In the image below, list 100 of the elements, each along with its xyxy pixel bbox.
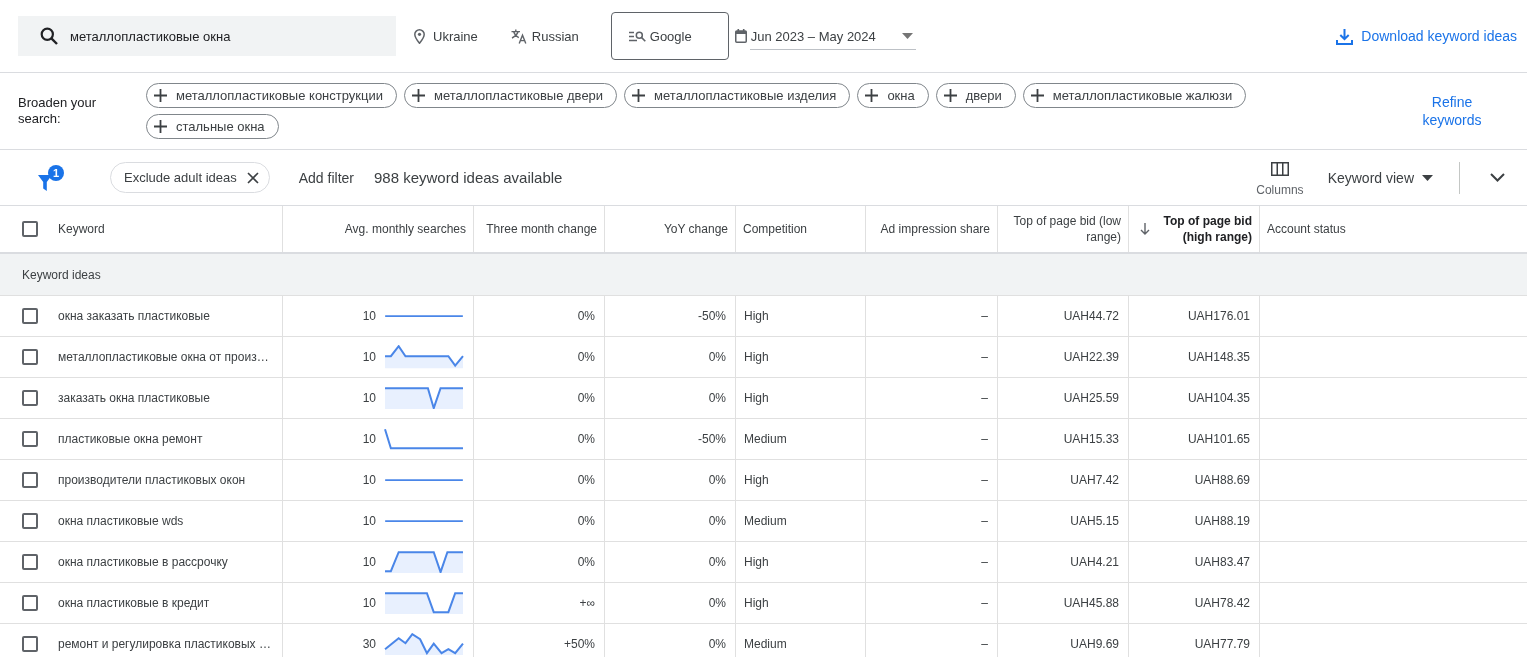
table-cell: – <box>981 432 988 446</box>
column-header[interactable]: Top of page bid (high range) <box>1156 213 1252 245</box>
keyword-text: ремонт и регулировка пластиковых … <box>58 637 271 651</box>
table-cell: UAH104.35 <box>1187 391 1250 405</box>
keyword-text: окна пластиковые в кредит <box>58 596 210 610</box>
table-cell: – <box>981 637 988 651</box>
table-cell: 0% <box>577 391 595 405</box>
download-icon <box>1336 27 1354 45</box>
plus-icon <box>412 89 425 102</box>
table-cell: UAH88.19 <box>1194 514 1250 528</box>
table-cell: – <box>981 391 988 405</box>
keyword-text: окна заказать пластиковые <box>58 309 210 323</box>
table-cell: 10 <box>362 309 376 323</box>
table-cell: – <box>981 514 988 528</box>
table-cell: 10 <box>362 555 376 569</box>
keyword-view-dropdown[interactable]: Keyword view <box>1327 169 1433 186</box>
table-cell: UAH7.42 <box>1070 473 1119 487</box>
column-header[interactable]: Three month change <box>486 221 597 237</box>
location-selector[interactable]: Ukraine <box>414 28 478 44</box>
plus-icon <box>1030 89 1044 102</box>
search-field[interactable]: металлопластиковые окна <box>18 16 396 56</box>
table-cell: 10 <box>362 350 376 364</box>
checkbox[interactable] <box>22 513 38 529</box>
table-cell: UAH44.72 <box>1063 309 1119 323</box>
table-cell: UAH101.65 <box>1187 432 1250 446</box>
checkbox[interactable] <box>22 221 38 237</box>
column-header[interactable]: Top of page bid (low range) <box>1005 213 1121 245</box>
filter-count-badge: 1 <box>48 164 64 181</box>
filter-icon[interactable] <box>38 174 52 191</box>
table-cell: 0% <box>577 432 595 446</box>
checkbox[interactable] <box>22 636 38 652</box>
table-cell: 0% <box>708 391 726 405</box>
checkbox[interactable] <box>22 554 38 570</box>
table-cell: 0% <box>577 473 595 487</box>
table-cell: UAH9.69 <box>1070 637 1119 651</box>
table-cell: 0% <box>708 596 726 610</box>
table-cell: UAH5.15 <box>1070 514 1119 528</box>
column-header[interactable]: Avg. monthly searches <box>344 221 466 237</box>
table-cell: UAH83.47 <box>1194 555 1250 569</box>
table-cell: High <box>744 596 769 610</box>
table-cell: 0% <box>577 309 595 323</box>
search-list-icon <box>628 30 646 42</box>
location-pin-icon <box>414 28 425 44</box>
sort-arrow-icon[interactable] <box>1140 223 1150 235</box>
table-cell: – <box>981 350 988 364</box>
table-cell: UAH148.35 <box>1187 350 1250 364</box>
keyword-text: заказать окна пластиковые <box>58 391 210 405</box>
table-cell: High <box>744 473 769 487</box>
plus-icon <box>865 89 879 102</box>
group-header: Keyword ideas <box>0 254 1527 296</box>
chevron-down-icon[interactable] <box>1490 173 1505 182</box>
translate-icon <box>510 28 527 44</box>
checkbox[interactable] <box>22 349 38 365</box>
table-cell: 10 <box>362 391 376 405</box>
keyword-text: пластиковые окна ремонт <box>58 432 203 446</box>
table-cell: 10 <box>362 596 376 610</box>
plus-icon <box>154 89 167 102</box>
column-header[interactable]: Keyword <box>58 221 105 237</box>
refine-keywords-link[interactable]: Refine keywords <box>1407 93 1497 129</box>
language-selector[interactable]: Russian <box>510 28 579 44</box>
keyword-count-text: 988 keyword ideas available <box>374 169 563 186</box>
keyword-text: окна пластиковые wds <box>58 514 184 528</box>
search-icon <box>40 27 58 45</box>
column-header[interactable]: Competition <box>743 221 808 237</box>
table-cell: High <box>744 555 769 569</box>
date-range-dropdown[interactable]: Jun 2023 – May 2024 <box>734 21 916 51</box>
table-cell: 10 <box>362 473 376 487</box>
table-cell: UAH4.21 <box>1070 555 1119 569</box>
plus-icon <box>154 120 167 133</box>
close-icon[interactable] <box>246 171 259 184</box>
table-cell: 10 <box>362 432 376 446</box>
table-cell: High <box>744 309 769 323</box>
plus-icon <box>632 89 646 102</box>
keyword-text: окна пластиковые в рассрочку <box>58 555 228 569</box>
calendar-icon <box>734 29 747 43</box>
table-cell: 0% <box>577 555 595 569</box>
column-header[interactable]: Ad impression share <box>880 221 990 237</box>
table-cell: 10 <box>362 514 376 528</box>
checkbox[interactable] <box>22 390 38 406</box>
broaden-search-label: Broaden your search: <box>18 95 98 127</box>
table-cell: 0% <box>708 637 726 651</box>
add-filter-button[interactable]: Add filter <box>298 169 354 186</box>
columns-button[interactable]: Columns <box>1256 162 1304 197</box>
keyword-text: производители пластиковых окон <box>58 473 246 487</box>
table-cell: UAH176.01 <box>1187 309 1250 323</box>
table-cell: – <box>981 473 988 487</box>
column-header[interactable]: Account status <box>1267 221 1346 237</box>
checkbox[interactable] <box>22 595 38 611</box>
table-cell: -50% <box>698 309 726 323</box>
table-cell: UAH22.39 <box>1063 350 1119 364</box>
checkbox[interactable] <box>22 431 38 447</box>
caret-icon <box>1422 174 1433 181</box>
network-selector[interactable]: Google <box>610 12 729 60</box>
table-cell: Medium <box>744 514 787 528</box>
checkbox[interactable] <box>22 308 38 324</box>
checkbox[interactable] <box>22 472 38 488</box>
download-link[interactable]: Download keyword ideas <box>1336 27 1517 45</box>
column-header[interactable]: YoY change <box>663 221 728 237</box>
table-cell: 0% <box>708 350 726 364</box>
table-cell: High <box>744 350 769 364</box>
